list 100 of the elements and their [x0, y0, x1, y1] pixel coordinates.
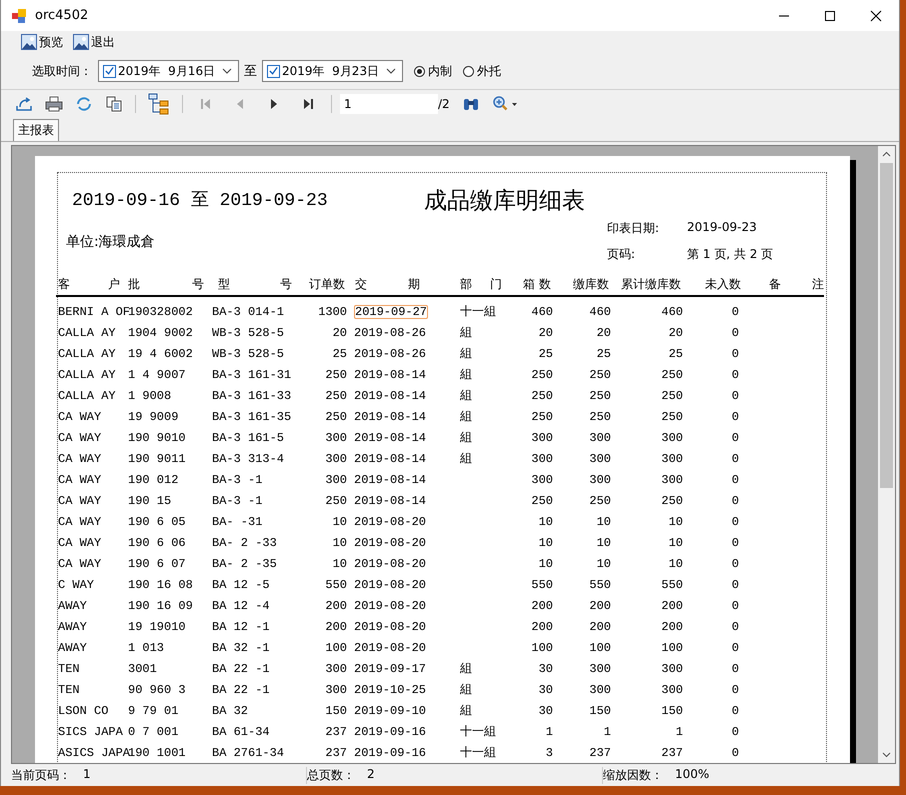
- table-cell-text: 250: [588, 494, 611, 508]
- table-cell-text: 300: [324, 452, 347, 466]
- column-header: 客 户: [58, 276, 121, 292]
- table-cell-text: 19 4 6002: [128, 346, 194, 360]
- table-cell-text: 0: [730, 704, 740, 718]
- table-cell-text: 237: [588, 746, 611, 760]
- table-cell-text: 250: [660, 368, 683, 382]
- table-cell-text: 200: [588, 598, 611, 612]
- menu-button[interactable]: 退出: [71, 34, 117, 50]
- table-cell-text: 組: [459, 408, 473, 425]
- table-cell-text: CA WAY: [58, 494, 102, 508]
- table-cell-text: 2019-08-26: [353, 326, 428, 340]
- table-cell-text: BA-3 -1: [212, 494, 264, 508]
- table-cell-text: 250: [660, 388, 683, 402]
- table-cell-text: 250: [588, 388, 611, 402]
- radio-button[interactable]: 外托: [463, 62, 501, 80]
- table-cell-text: BA-3 014-1: [212, 304, 286, 318]
- table-cell-text: 190 012: [128, 472, 180, 486]
- table-cell-text: TEN: [58, 682, 81, 696]
- table-cell-text: 十一組: [459, 303, 497, 320]
- table-cell-text: BA-3 161-33: [212, 388, 292, 402]
- tree-icon[interactable]: [148, 93, 170, 115]
- menu-button[interactable]: 预览: [19, 34, 65, 50]
- meta-label: 印表日期:: [607, 220, 660, 237]
- date-picker[interactable]: 2019年 9月16日: [98, 60, 239, 82]
- table-cell-text: 250: [324, 494, 347, 508]
- table-cell-text: 300: [324, 430, 347, 444]
- table-cell-text: 2019-08-14: [353, 410, 428, 424]
- export-icon[interactable]: [15, 96, 33, 112]
- table-cell-text: 300: [324, 682, 347, 696]
- table-cell-text: 100: [660, 640, 683, 654]
- scroll-down-icon[interactable]: [882, 752, 891, 758]
- table-cell-text: 10: [538, 536, 553, 550]
- report-tab[interactable]: 主报表: [13, 119, 59, 141]
- table-cell-text: 1: [674, 724, 683, 738]
- column-header: 备 注: [768, 276, 825, 292]
- table-cell-text: 190 9010: [128, 430, 187, 444]
- date-picker[interactable]: 2019年 9月23日: [262, 60, 403, 82]
- table-cell-text: 250: [530, 388, 553, 402]
- checkbox[interactable]: [103, 64, 116, 78]
- table-cell-text: 200: [324, 620, 347, 634]
- print-icon[interactable]: [45, 96, 63, 112]
- table-cell-text: 250: [530, 368, 553, 382]
- table-cell-text: 250: [324, 388, 347, 402]
- picture-icon: [21, 34, 37, 50]
- refresh-icon[interactable]: [75, 96, 93, 112]
- column-header: 型 号: [217, 276, 293, 292]
- table-cell-text: 0: [730, 536, 740, 550]
- checkbox[interactable]: [267, 64, 280, 78]
- meta-label: 页码:: [607, 246, 636, 263]
- scroll-up-icon[interactable]: [882, 151, 891, 157]
- table-cell-text: 300: [530, 452, 553, 466]
- table-cell-text: 2019-08-14: [353, 494, 428, 508]
- radio-button[interactable]: 内制: [414, 62, 452, 80]
- table-cell-text: BA- 2 -33: [212, 536, 278, 550]
- table-cell-text: 300: [324, 662, 347, 676]
- column-header: 累计缴库数: [620, 276, 682, 292]
- table-cell-text: BA-3 313-4: [212, 452, 286, 466]
- close-icon[interactable]: [870, 10, 882, 22]
- table-cell-text: 0: [730, 724, 740, 738]
- maximize-icon[interactable]: [824, 10, 836, 22]
- table-cell-text: CALLA AY: [58, 368, 117, 382]
- table-cell-text: 0: [730, 472, 740, 486]
- table-cell-text: 190 9011: [128, 452, 187, 466]
- caret-icon[interactable]: [222, 68, 232, 74]
- table-cell-text: 250: [588, 410, 611, 424]
- table-cell-text: 9 79 01: [128, 704, 180, 718]
- table-cell-text: 19 19010: [128, 620, 187, 634]
- table-cell-text: 10: [596, 536, 611, 550]
- table-cell-text: SICS JAPA: [58, 724, 124, 738]
- table-cell-text: 250: [324, 368, 347, 382]
- table-cell-text: 2019-09-16: [353, 724, 428, 738]
- table-cell-text: 10: [668, 514, 683, 528]
- page-field[interactable]: 1: [340, 94, 438, 114]
- table-cell-text: 250: [588, 368, 611, 382]
- last-page-icon[interactable]: [301, 97, 315, 111]
- status-label: 缩放因数：: [603, 766, 663, 784]
- table-cell-text: CA WAY: [58, 472, 102, 486]
- table-cell-text: 1300: [317, 304, 347, 318]
- table-cell-text: BA-3 161-31: [212, 368, 292, 382]
- scrollbar[interactable]: [878, 146, 895, 763]
- caret-icon[interactable]: [386, 68, 396, 74]
- table-cell-text: 550: [660, 578, 683, 592]
- table-cell-text: 2019-09-16: [353, 746, 428, 760]
- table-cell-text: 25: [332, 346, 347, 360]
- window-title: orc4502: [35, 8, 88, 23]
- zoom-icon[interactable]: [492, 96, 518, 112]
- table-cell-text: 0: [730, 304, 740, 318]
- table-cell-text: BA 61-34: [212, 724, 271, 738]
- table-cell-text: CA WAY: [58, 430, 102, 444]
- table-cell-text: 190 6 07: [128, 556, 187, 570]
- table-cell: BERNI A OF: [58, 304, 128, 318]
- table-cell-text: 250: [660, 410, 683, 424]
- table-cell-text: 2019-08-20: [353, 640, 428, 654]
- copy-icon[interactable]: [105, 96, 123, 112]
- table-cell-text: 150: [324, 704, 347, 718]
- table-cell-text: 100: [588, 640, 611, 654]
- table-cell-text: 250: [530, 410, 553, 424]
- table-cell-text: 2019-08-20: [353, 598, 428, 612]
- binoculars-icon[interactable]: [462, 96, 480, 112]
